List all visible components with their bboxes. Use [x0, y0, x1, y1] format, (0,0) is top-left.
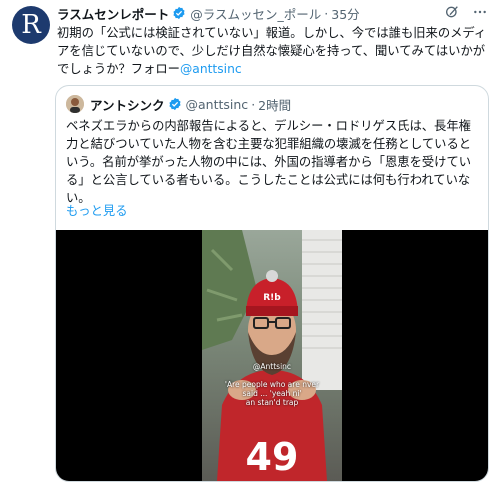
- tweet-header: ラスムセンレポート @ラスムッセン_ポール · 35分: [57, 4, 490, 22]
- tweet-text: 初期の「公式には検証されていない」報道。しかし、今では誰も旧来のメディアを信じて…: [57, 24, 489, 78]
- grok-icon[interactable]: [444, 4, 460, 20]
- avatar-letter: R: [21, 10, 41, 40]
- show-more-link[interactable]: もっと見る: [66, 201, 128, 219]
- separator-dot: ·: [251, 96, 256, 112]
- video-overlay-handle: @Anttsinc: [252, 362, 292, 371]
- verified-badge-icon: [173, 6, 185, 20]
- video-player[interactable]: R!b 49 @Anttsinc 'Are people who are nve…: [56, 230, 488, 481]
- jersey-number: 49: [246, 435, 299, 479]
- separator-dot: ·: [324, 5, 329, 21]
- beanie-text: R!b: [263, 293, 281, 303]
- tweet-timestamp[interactable]: 35分: [331, 4, 359, 23]
- header-actions: [444, 4, 488, 20]
- verified-badge-icon: [168, 97, 181, 111]
- tweet-body: 初期の「公式には検証されていない」報道。しかし、今では誰も旧来のメディアを信じて…: [57, 26, 487, 76]
- author-handle[interactable]: @ラスムッセン_ポール: [190, 4, 321, 23]
- quote-author-handle[interactable]: @anttsinc: [186, 97, 249, 112]
- tweet[interactable]: R ラスムセンレポート @ラスムッセン_ポール · 35分 初期の「公式には検証…: [0, 0, 500, 482]
- person-avatar-icon: [66, 95, 84, 113]
- more-options-icon[interactable]: [472, 4, 488, 20]
- quote-header: アントシンク @anttsinc · 2時間: [66, 94, 291, 114]
- quote-author-avatar[interactable]: [66, 95, 84, 113]
- quoted-tweet[interactable]: アントシンク @anttsinc · 2時間 ベネズエラからの内部報告によると、…: [55, 85, 489, 482]
- quote-text: ベネズエラからの内部報告によると、デルシー・ロドリゲス氏は、長年権力と結びついて…: [66, 119, 472, 205]
- video-thumbnail: R!b 49: [202, 230, 342, 481]
- video-overlay-caption: 'Are people who are nver said ... 'yeah …: [224, 380, 320, 407]
- mention-link[interactable]: @anttsinc: [180, 62, 242, 76]
- quote-timestamp[interactable]: 2時間: [258, 95, 291, 114]
- quote-author-name[interactable]: アントシンク: [90, 95, 165, 114]
- author-avatar[interactable]: R: [12, 6, 50, 44]
- video-frame: R!b 49 @Anttsinc 'Are people who are nve…: [202, 230, 342, 481]
- author-name[interactable]: ラスムセンレポート: [57, 4, 169, 23]
